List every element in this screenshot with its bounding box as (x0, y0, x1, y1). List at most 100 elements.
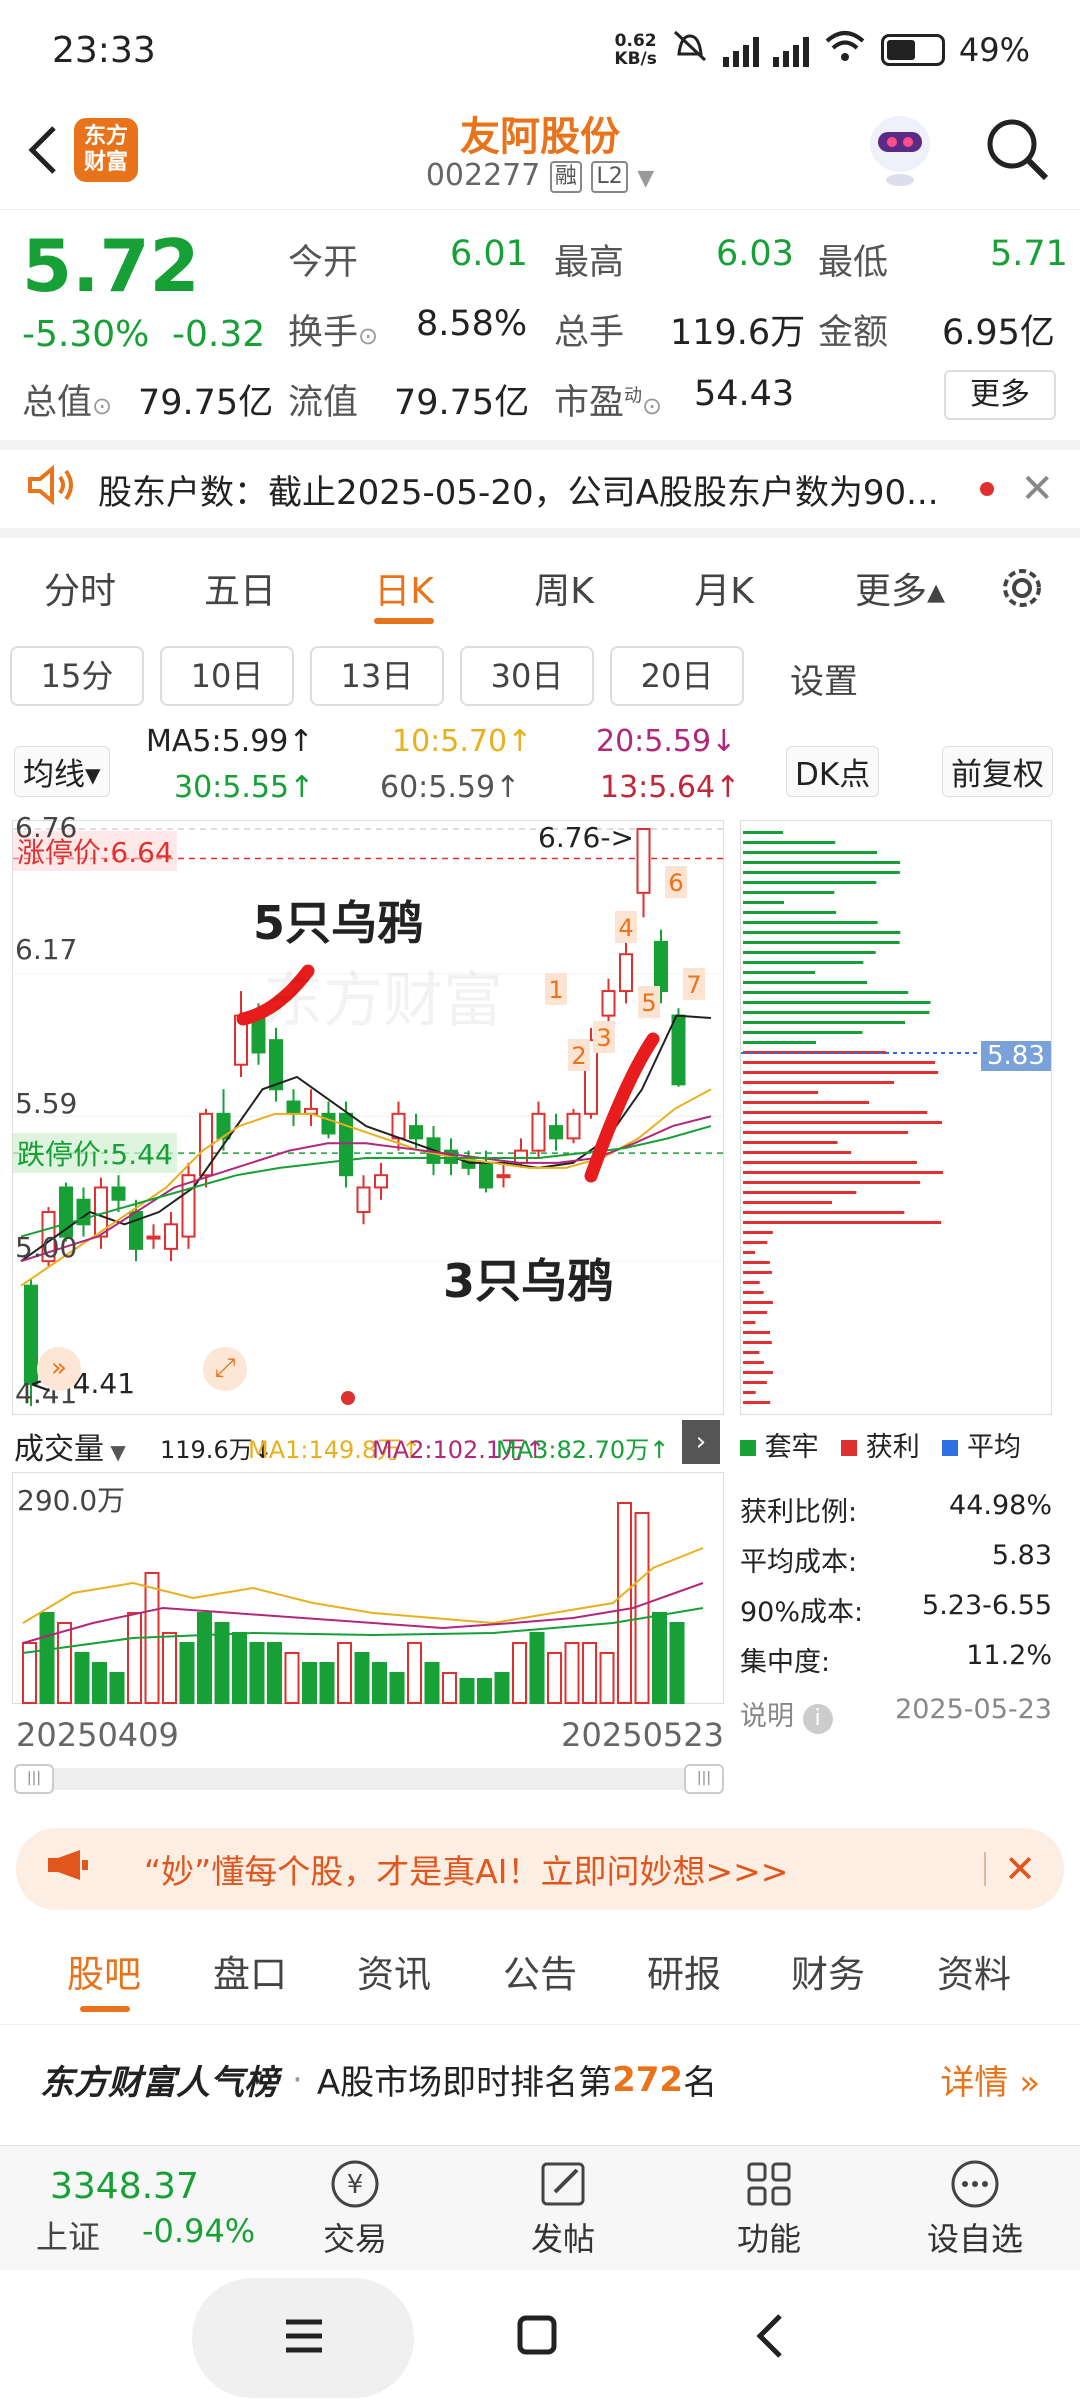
chart-scrollbar[interactable]: ||| ||| (14, 1764, 724, 1794)
megaphone-icon (46, 1848, 90, 1890)
candle-body (531, 1112, 546, 1152)
y-label: 6.17 (15, 933, 78, 966)
tab-finance[interactable]: 财务 (768, 1944, 888, 1998)
post-button[interactable]: 发帖 (498, 2154, 628, 2260)
volume-bar (442, 1672, 457, 1704)
margin-tag: 融 (549, 160, 582, 193)
candle-body (514, 1149, 528, 1164)
pe-value: 54.43 (694, 374, 795, 414)
tab-intraday[interactable]: 分时 (20, 562, 140, 614)
notice-bar[interactable]: 股东户数：截止2025-05-20，公司A股股东户数为90... ✕ (0, 440, 1080, 538)
chip-bar (743, 1161, 917, 1164)
index-change[interactable]: -0.94% (142, 2212, 255, 2250)
volume-bar (197, 1612, 212, 1704)
fullscreen-icon[interactable]: ⤢ (203, 1347, 247, 1391)
close-icon[interactable]: ✕ (1004, 1847, 1036, 1891)
chip-distribution[interactable]: 5.83 (740, 820, 1053, 1415)
rank-text-post: 名 (683, 2063, 718, 2103)
chip-bar (743, 971, 816, 974)
chip-bar (743, 941, 900, 944)
tab-more[interactable]: 更多▴ (830, 562, 970, 614)
tab-research[interactable]: 研报 (624, 1944, 744, 1998)
menu-icon[interactable] (282, 2316, 326, 2360)
open-label: 今开 (288, 243, 359, 283)
add-watchlist-button[interactable]: 设自选 (910, 2154, 1040, 2260)
tab-market[interactable]: 盘口 (190, 1944, 310, 1998)
sequence-marker: 5 (641, 989, 656, 1017)
profit-swatch (841, 1440, 858, 1456)
period-15min[interactable]: 15分 (10, 646, 144, 706)
hand-drawn-stroke (584, 1032, 660, 1183)
expand-left-icon[interactable]: » (37, 1347, 81, 1391)
back-icon[interactable] (752, 2312, 788, 2364)
period-20day[interactable]: 20日 (610, 646, 744, 706)
low-value: 5.71 (990, 234, 1068, 274)
candle-body (111, 1186, 126, 1201)
explain-link[interactable]: 说明 i (740, 1694, 833, 1734)
concentration-value: 11.2% (966, 1640, 1052, 1671)
candle-body (146, 1235, 161, 1240)
trade-button[interactable]: ¥ 交易 (290, 2154, 420, 2260)
index-name[interactable]: 上证 (36, 2212, 100, 2258)
chip-bar (743, 1381, 767, 1384)
period-13day[interactable]: 13日 (310, 646, 444, 706)
scroll-handle-right[interactable]: ||| (684, 1764, 724, 1794)
close-icon[interactable]: ✕ (1020, 466, 1054, 512)
period-settings[interactable]: 设置 (790, 654, 858, 703)
total-cap-label: 总值⊙ (22, 383, 113, 423)
volume-bar (92, 1662, 107, 1704)
candle-body (671, 1014, 686, 1086)
unread-dot (980, 482, 995, 496)
tab-daily-k[interactable]: 日K (344, 562, 464, 614)
chevron-right-icon[interactable]: › (682, 1420, 720, 1464)
chip-bar (743, 951, 876, 954)
candle-body (619, 953, 633, 993)
period-10day[interactable]: 10日 (160, 646, 294, 706)
robot-avatar[interactable] (862, 108, 938, 188)
tab-news[interactable]: 资讯 (334, 1944, 454, 1998)
ai-promo-banner[interactable]: “妙”懂每个股，才是真AI！立即问妙想>>> ✕ (16, 1828, 1064, 1910)
chip-bar (743, 871, 900, 874)
chip-bar (743, 981, 868, 984)
avg-cost-value: 5.83 (991, 1540, 1052, 1571)
trapped-swatch (740, 1440, 756, 1456)
high-label: 最高 (554, 243, 625, 283)
chip-bar (743, 1191, 857, 1194)
kline-chart[interactable]: 1 2 3 4 5 6 7 东方财富 涨停价:6.64 跌停价:5.44 6.76 6.17 … (12, 811, 725, 1415)
home-icon[interactable] (516, 2314, 558, 2360)
tab-forum[interactable]: 股吧 (44, 1944, 164, 1998)
chip-bar (743, 1151, 852, 1154)
volume-bar (512, 1642, 527, 1704)
volume-selector[interactable]: 成交量 ▼ (14, 1424, 126, 1468)
volume-bar (337, 1642, 352, 1704)
info-icon: ⊙ (642, 392, 663, 420)
chip-bar (743, 851, 877, 854)
gear-icon[interactable] (996, 562, 1048, 623)
volume-bar (267, 1642, 282, 1704)
tab-monthly-k[interactable]: 月K (664, 562, 784, 614)
volume-bar (617, 1502, 632, 1704)
tab-announcements[interactable]: 公告 (480, 1944, 600, 1998)
ma-selector[interactable]: 均线▾ (14, 746, 110, 797)
more-button[interactable]: 更多 (944, 370, 1056, 420)
functions-button[interactable]: 功能 (704, 2154, 834, 2260)
avg-swatch (942, 1440, 959, 1456)
tab-profile[interactable]: 资料 (914, 1944, 1034, 1998)
volume-chart[interactable]: 290.0万 (12, 1472, 724, 1704)
dk-button[interactable]: DK点 (786, 746, 880, 797)
tab-five-day[interactable]: 五日 (180, 562, 300, 614)
forward-adjust-button[interactable]: 前复权 (942, 746, 1053, 797)
ma60-value: 60:5.59↑ (380, 770, 521, 805)
index-value[interactable]: 3348.37 (50, 2166, 199, 2207)
float-cap-label: 流值 (288, 383, 359, 423)
rank-details-link[interactable]: 详情 » (940, 2055, 1040, 2104)
period-30day[interactable]: 30日 (460, 646, 594, 706)
legend-avg: 平均 (966, 1432, 1021, 1463)
explain-row[interactable]: 说明 i 2025-05-23 (740, 1694, 1052, 1734)
volume-y-label: 290.0万 (17, 1484, 126, 1517)
tab-weekly-k[interactable]: 周K (504, 562, 624, 614)
volume-bar (249, 1642, 265, 1704)
scroll-handle-left[interactable]: ||| (14, 1764, 54, 1794)
search-icon[interactable] (982, 114, 1052, 188)
popularity-rank[interactable]: 东方财富人气榜 · A股市场即时排名第 272 名 详情 » (0, 2024, 1080, 2134)
